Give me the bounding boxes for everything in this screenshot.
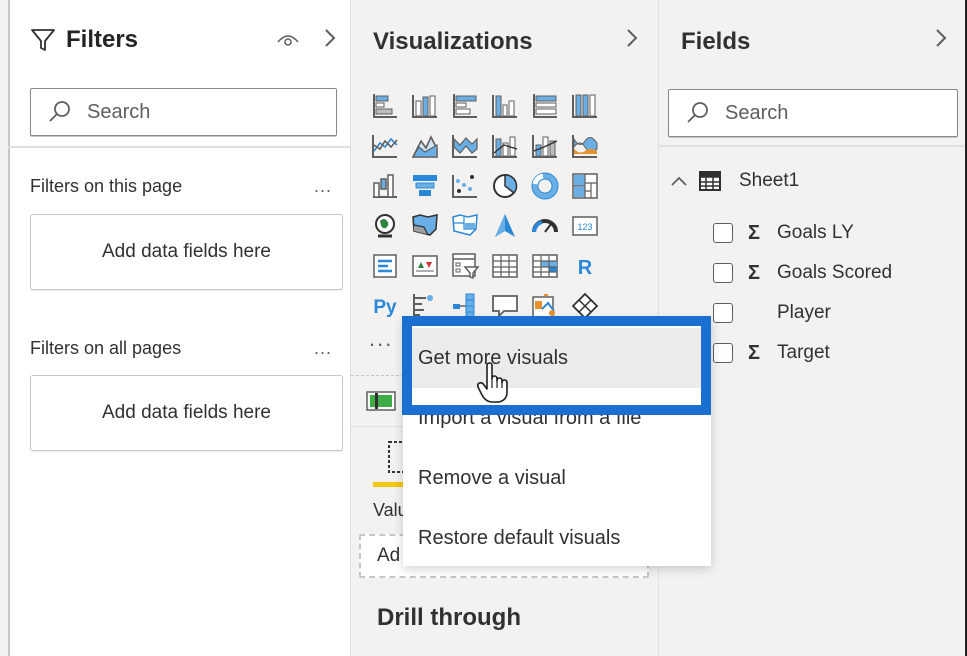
fields-divider — [659, 145, 964, 147]
stacked-column-chart-icon[interactable] — [405, 86, 445, 126]
fields-title: Fields — [681, 28, 751, 55]
search-placeholder: Search — [87, 100, 151, 123]
gauge-icon[interactable] — [525, 206, 565, 246]
menu-item-import-visual[interactable]: Import a visual from a file — [403, 388, 711, 448]
visualizations-title: Visualizations — [373, 28, 533, 55]
field-item[interactable]: Σ Goals Scored — [713, 259, 892, 287]
clustered-bar-chart-icon[interactable] — [445, 86, 485, 126]
matrix-icon[interactable] — [525, 246, 565, 286]
clustered-column-chart-icon[interactable] — [485, 86, 525, 126]
filters-header: Filters — [30, 24, 348, 56]
field-checkbox[interactable] — [713, 303, 733, 323]
ribbon-chart-icon[interactable] — [565, 126, 605, 166]
more-visuals-button[interactable]: ... — [369, 326, 393, 352]
field-label: Goals LY — [777, 222, 854, 243]
filters-pane: Filters Search Filters on this page ... … — [0, 0, 350, 656]
search-icon — [49, 101, 70, 122]
chevron-up-icon[interactable] — [669, 174, 689, 188]
visuals-context-menu: Get more visuals Import a visual from a … — [403, 318, 711, 566]
r-label: R — [578, 257, 593, 279]
filter-icon — [31, 29, 55, 51]
filters-on-this-page-label: Filters on this page — [30, 176, 183, 196]
pie-chart-icon[interactable] — [485, 166, 525, 206]
filters-all-pages-drop-well[interactable]: Add data fields here — [30, 375, 343, 451]
table-sheet1[interactable]: Sheet1 — [669, 170, 799, 192]
svg-text:123: 123 — [577, 222, 592, 232]
field-label: Player — [777, 302, 831, 323]
chevron-right-icon[interactable] — [322, 26, 338, 50]
python-visual-icon[interactable]: Py — [365, 286, 405, 326]
stacked-bar-chart-icon[interactable] — [365, 86, 405, 126]
r-script-visual-icon[interactable]: R — [565, 246, 605, 286]
hand-pointer-cursor-icon — [476, 362, 508, 403]
filters-divider — [8, 146, 350, 148]
filled-map-icon[interactable] — [405, 206, 445, 246]
visual-gallery: 123 R Py — [365, 86, 605, 326]
line-chart-icon[interactable] — [365, 126, 405, 166]
filters-search-input[interactable]: Search — [30, 88, 337, 136]
line-and-clustered-column-chart-icon[interactable] — [525, 126, 565, 166]
menu-item-get-more-visuals[interactable]: Get more visuals — [403, 328, 711, 388]
search-icon — [687, 102, 708, 123]
stacked-area-chart-icon[interactable] — [445, 126, 485, 166]
field-item[interactable]: Σ Goals LY — [713, 219, 854, 247]
field-checkbox[interactable] — [713, 223, 733, 243]
menu-item-restore-default-visuals[interactable]: Restore default visuals — [403, 508, 711, 568]
map-icon[interactable] — [365, 206, 405, 246]
100-stacked-column-chart-icon[interactable] — [565, 86, 605, 126]
drill-through-title: Drill through — [377, 604, 521, 631]
more-options-button[interactable]: ... — [314, 338, 332, 359]
table-icon — [699, 171, 721, 191]
field-item[interactable]: Player — [713, 299, 831, 327]
filters-on-all-pages-label: Filters on all pages — [30, 338, 182, 358]
shape-map-icon[interactable] — [445, 206, 485, 246]
kpi-icon[interactable] — [405, 246, 445, 286]
field-item[interactable]: Σ Target — [713, 339, 830, 367]
field-checkbox[interactable] — [713, 263, 733, 283]
area-chart-icon[interactable] — [405, 126, 445, 166]
filters-title: Filters — [66, 26, 139, 53]
fields-search-input[interactable]: Search — [668, 89, 958, 137]
treemap-icon[interactable] — [565, 166, 605, 206]
multi-row-card-icon[interactable] — [365, 246, 405, 286]
line-and-stacked-column-chart-icon[interactable] — [485, 126, 525, 166]
search-placeholder: Search — [725, 101, 789, 124]
funnel-icon[interactable] — [405, 166, 445, 206]
paint-roller-format-icon[interactable] — [365, 388, 397, 414]
chevron-right-icon[interactable] — [624, 26, 640, 50]
table-name: Sheet1 — [739, 170, 800, 191]
waterfall-chart-icon[interactable] — [365, 166, 405, 206]
100-stacked-bar-chart-icon[interactable] — [525, 86, 565, 126]
chevron-right-icon[interactable] — [933, 26, 949, 50]
scatter-chart-icon[interactable] — [445, 166, 485, 206]
slicer-icon[interactable] — [445, 246, 485, 286]
sigma-icon: Σ — [747, 261, 760, 284]
field-checkbox[interactable] — [713, 343, 733, 363]
sigma-icon: Σ — [747, 221, 760, 244]
filters-page-drop-well[interactable]: Add data fields here — [30, 214, 343, 290]
menu-item-remove-visual[interactable]: Remove a visual — [403, 448, 711, 508]
table-icon[interactable] — [485, 246, 525, 286]
eye-icon[interactable] — [276, 30, 300, 48]
field-label: Target — [777, 342, 830, 363]
sigma-icon: Σ — [747, 341, 760, 364]
py-label: Py — [373, 297, 397, 318]
field-label: Goals Scored — [777, 262, 893, 283]
card-icon[interactable]: 123 — [565, 206, 605, 246]
azure-map-icon[interactable] — [485, 206, 525, 246]
donut-chart-icon[interactable] — [525, 166, 565, 206]
more-options-button[interactable]: ... — [314, 176, 332, 197]
